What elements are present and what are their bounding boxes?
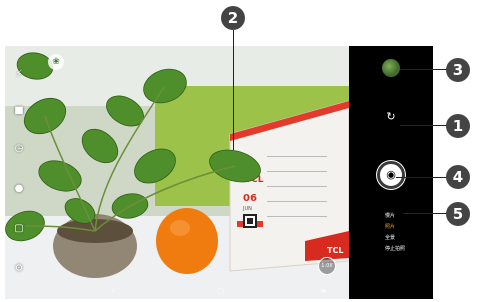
- hdr-icon[interactable]: ■: [12, 104, 26, 118]
- nav-back-button[interactable]: ‹: [111, 286, 114, 295]
- timer-icon[interactable]: ◷: [12, 142, 26, 156]
- callout-line-5: [403, 213, 447, 214]
- callout-line-3: [400, 69, 447, 70]
- leaf-icon[interactable]: ❀: [48, 54, 64, 70]
- mode-item-stop[interactable]: 停止拍照: [385, 244, 425, 255]
- callout-badge-5: 5: [446, 202, 470, 226]
- camera-icon: ◉: [386, 168, 396, 181]
- left-toolbar: ⚡ ■ ◷ ● ▢ ⚙: [5, 46, 31, 299]
- mode-item-panorama[interactable]: 全景: [385, 233, 425, 244]
- shutter-button[interactable]: ◉: [377, 161, 405, 189]
- aspect-ratio-icon[interactable]: ▢: [12, 222, 26, 236]
- callout-badge-1: 1: [446, 114, 470, 138]
- callout-badge-4: 4: [446, 165, 470, 189]
- callout-badge-2: 2: [221, 6, 245, 30]
- right-control-panel: ↻ ◉ 慢片 照片 全景 停止拍照: [349, 46, 433, 299]
- nav-home-button[interactable]: ○: [217, 286, 224, 295]
- mode-item-photo[interactable]: 照片: [385, 222, 425, 233]
- scene-image: TCL 06 JUN TCL: [5, 46, 349, 299]
- callout-line-2: [233, 30, 234, 150]
- nav-recents-button[interactable]: ≡: [320, 286, 327, 295]
- callout-line-1: [400, 125, 447, 126]
- person-icon[interactable]: ●: [12, 182, 26, 196]
- calendar-day: 06: [243, 193, 257, 204]
- callout-line-4: [396, 177, 447, 178]
- camera-viewfinder[interactable]: TCL 06 JUN TCL ⚡ ■ ◷ ● ▢ ⚙ ❀ 1.0X ‹ ○ ≡: [5, 46, 349, 299]
- flash-icon[interactable]: ⚡: [12, 68, 26, 82]
- calendar-brand-bottom: TCL: [327, 246, 343, 255]
- settings-icon[interactable]: ⚙: [12, 262, 26, 276]
- camera-switch-icon[interactable]: ↻: [383, 110, 399, 124]
- mode-list: 慢片 照片 全景 停止拍照: [385, 211, 425, 255]
- callout-badge-3: 3: [446, 58, 470, 82]
- calendar-month: JUN: [242, 206, 252, 212]
- zoom-button[interactable]: 1.0X: [318, 257, 336, 275]
- gallery-thumbnail[interactable]: [382, 59, 400, 77]
- camera-screen: TCL 06 JUN TCL ⚡ ■ ◷ ● ▢ ⚙ ❀ 1.0X ‹ ○ ≡ …: [5, 46, 433, 299]
